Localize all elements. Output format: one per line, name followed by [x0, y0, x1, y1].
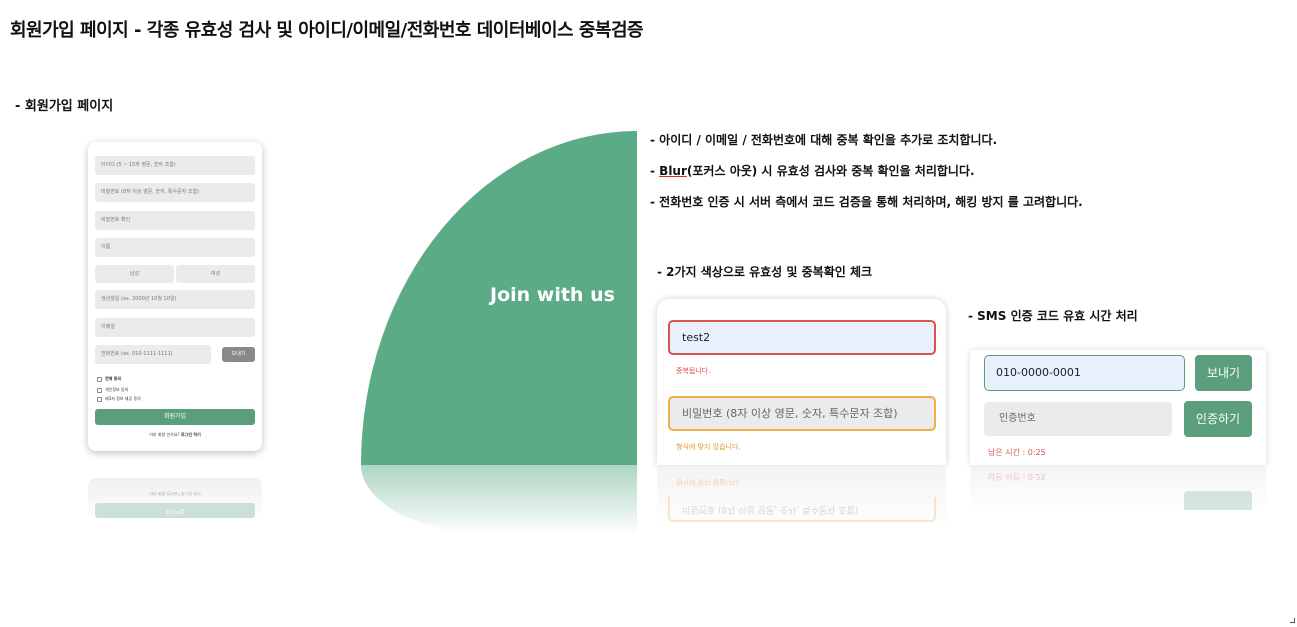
user-id-field[interactable]: 아이디 (5 ~ 15자 영문, 숫자 조합) — [95, 156, 255, 175]
password-confirm-field[interactable]: 비밀번호 확인 — [95, 211, 255, 230]
password-warning-message: 형식에 맞지 않습니다. — [676, 443, 741, 451]
reflected-signup-button: 회원가입 — [95, 503, 255, 518]
bullet-duplicate-check: - 아이디 / 이메일 / 전화번호에 대해 중복 확인을 추가로 조치합니다. — [650, 133, 998, 147]
bullet-blur-validation: - Blur(포커스 아웃) 시 유효성 검사와 중복 확인을 처리합니다. — [650, 162, 975, 179]
reflected-warning-message: 형식에 맞지 않습니다. — [676, 478, 741, 486]
page-title: 회원가입 페이지 - 각종 유효성 검사 및 아이디/이메일/전화번호 데이터베… — [10, 20, 644, 41]
reflected-password-field: 비밀번호 (8자 이상 영문, 숫자, 특수문자 조합) — [668, 497, 936, 522]
validation-label: - 2가지 색상으로 유효성 및 중복확인 체크 — [657, 265, 873, 279]
hero-text: Join with us — [490, 284, 615, 306]
sms-verify-button[interactable]: 인증하기 — [1184, 401, 1252, 437]
login-prompt-text: 이미 회원 인가요? — [149, 432, 180, 437]
sms-send-button[interactable]: 보내기 — [1195, 355, 1252, 391]
sms-label: - SMS 인증 코드 유효 시간 처리 — [968, 309, 1138, 323]
signup-form-card: 아이디 (5 ~ 15자 영문, 숫자 조합) 비밀번호 (8자 이상 영문, … — [88, 142, 262, 451]
validation-card: test2 중복됩니다. 비밀번호 (8자 이상 영문, 숫자, 특수문자 조합… — [657, 299, 946, 465]
login-prompt: 이미 회원 인가요? 로그인 하기 — [88, 432, 262, 438]
sms-timer: 남은 시간 : 0:25 — [988, 448, 1046, 457]
id-input-error[interactable]: test2 — [668, 320, 936, 355]
email-field[interactable]: 이메일 — [95, 318, 255, 337]
sms-verification-card: 010-0000-0001 보내기 인증번호 인증하기 남은 시간 : 0:25 — [970, 350, 1266, 465]
validation-card-reflection: 형식에 맞지 않습니다. 비밀번호 (8자 이상 영문, 숫자, 특수문자 조합… — [657, 465, 946, 530]
agree-third-party-label: 제3자 정보 제공 동의 — [105, 396, 141, 401]
reflected-sms-timer: 남은 시간 : 0:25 — [988, 472, 1046, 481]
checkbox-icon — [97, 387, 102, 393]
agree-privacy-label: 개인정보 동의 — [105, 387, 129, 392]
gender-female-button[interactable]: 여성 — [176, 265, 255, 283]
id-error-message: 중복됩니다. — [676, 367, 711, 375]
password-input-warning[interactable]: 비밀번호 (8자 이상 영문, 숫자, 특수문자 조합) — [668, 396, 936, 431]
bullet-dash: - — [650, 164, 660, 178]
blur-keyword: Blur — [659, 164, 687, 178]
reflected-login-line: 이미 회원 인가요? 로그인 하기 — [88, 490, 262, 496]
reflected-login-link: 로그인 하기 — [181, 491, 201, 496]
agree-all-label: 전체 동의 — [105, 376, 122, 381]
agree-all-checkbox[interactable]: 전체 동의 — [97, 376, 121, 382]
phone-field[interactable]: 전화번호 (ex. 010-1111-1111) — [95, 345, 211, 364]
password-field[interactable]: 비밀번호 (8자 이상 영문, 숫자, 특수문자 조합) — [95, 183, 255, 202]
sms-phone-input[interactable]: 010-0000-0001 — [984, 355, 1185, 391]
send-code-button[interactable]: 보내기 — [222, 347, 255, 362]
agree-third-party-checkbox[interactable]: 제3자 정보 제공 동의 — [97, 396, 141, 402]
hero-shape-reflection — [361, 465, 637, 535]
signup-submit-button[interactable]: 회원가입 — [95, 409, 255, 425]
checkbox-icon — [97, 396, 102, 402]
bullet-blur-text: (포커스 아웃) 시 유효성 검사와 중복 확인을 처리합니다. — [686, 164, 975, 178]
bullet-phone-verification: - 전화번호 인증 시 서버 측에서 코드 검증을 통해 처리하며, 해킹 방지… — [650, 195, 1083, 209]
section-label-signup: - 회원가입 페이지 — [15, 99, 114, 114]
signup-form-reflection: 이미 회원 인가요? 로그인 하기 회원가입 — [88, 478, 262, 522]
reflected-login-prompt: 이미 회원 인가요? — [149, 491, 180, 496]
sms-code-input[interactable]: 인증번호 — [984, 402, 1172, 436]
gender-male-button[interactable]: 남성 — [95, 265, 174, 283]
login-link[interactable]: 로그인 하기 — [181, 432, 201, 437]
checkbox-icon — [97, 376, 102, 382]
corner-mark — [1290, 618, 1295, 623]
agree-privacy-checkbox[interactable]: 개인정보 동의 — [97, 387, 128, 393]
reflected-verify-button — [1184, 491, 1252, 510]
birthdate-field[interactable]: 생년월일 (ex. 2000년 10월 10일) — [95, 290, 255, 309]
name-field[interactable]: 이름 — [95, 238, 255, 257]
sms-card-reflection: 남은 시간 : 0:25 — [970, 465, 1266, 510]
